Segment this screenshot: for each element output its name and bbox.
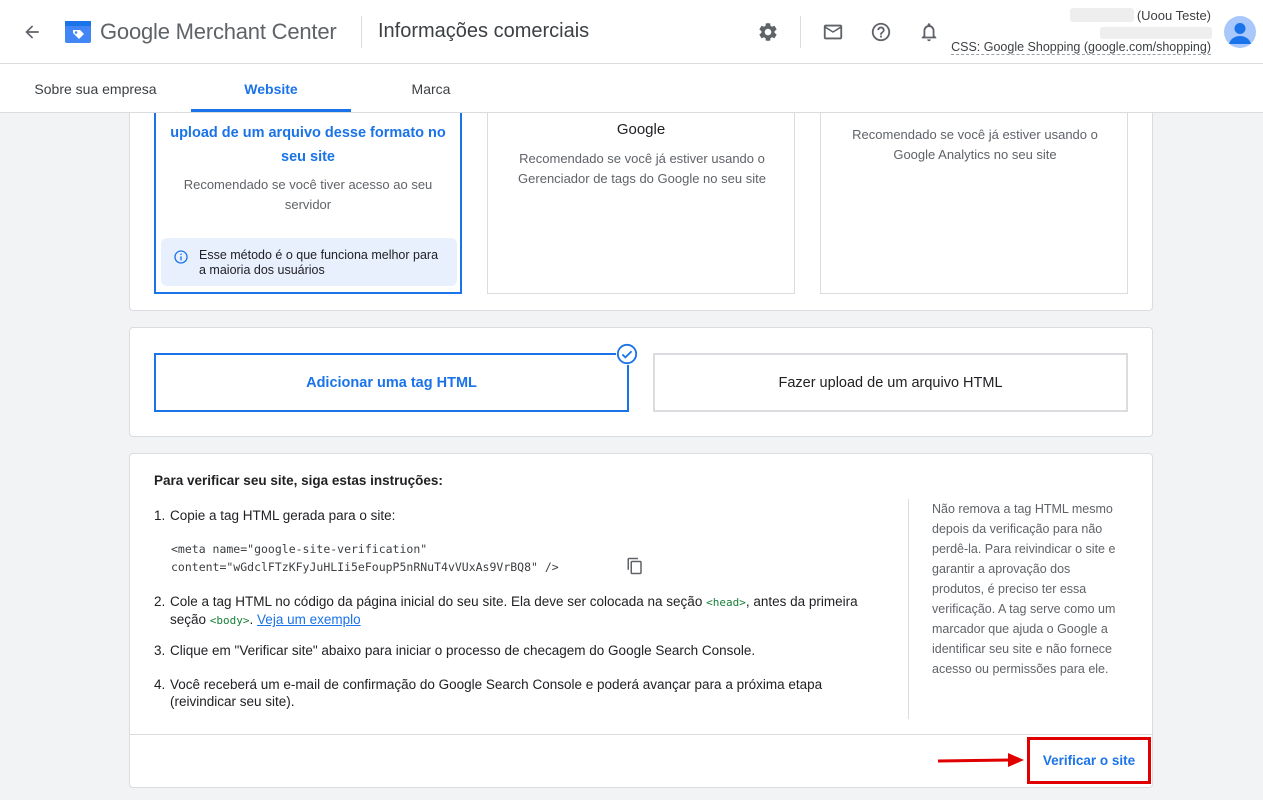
side-divider <box>908 499 909 719</box>
tab-marca[interactable]: Marca <box>351 64 511 113</box>
css-label[interactable]: CSS: Google Shopping (google.com/shoppin… <box>951 40 1211 55</box>
help-icon[interactable] <box>869 20 893 44</box>
example-link[interactable]: Veja um exemplo <box>257 612 361 627</box>
merchant-center-logo[interactable]: Google Merchant Center <box>64 16 337 48</box>
gear-icon[interactable] <box>756 20 780 44</box>
bell-icon[interactable] <box>917 20 941 44</box>
step-2-text-a: Cole a tag HTML no código da página inic… <box>170 594 707 609</box>
method-upload-file-description: Recomendado se você tiver acesso ao seu … <box>183 177 433 212</box>
step-2-text-c: seção <box>170 612 210 627</box>
verify-site-button[interactable]: Verificar o site <box>1027 737 1151 784</box>
logo-text: Google Merchant Center <box>100 19 337 44</box>
info-icon <box>174 250 188 264</box>
copy-icon[interactable] <box>626 557 644 575</box>
step-4-text-a: Você receberá um e-mail de confirmação d… <box>170 677 823 692</box>
step-4: 4. Você receberá um e-mail de confirmação… <box>154 677 823 709</box>
active-tab-indicator <box>191 109 351 112</box>
account-id-redacted <box>1070 8 1134 22</box>
annotation-arrow-icon <box>938 753 1024 767</box>
step-2-text-b: , antes da primeira <box>745 594 858 609</box>
method-upload-file[interactable]: upload de um arquivo desse formato no se… <box>154 113 462 294</box>
instructions-card: Para verificar seu site, siga estas inst… <box>129 453 1153 788</box>
side-note: Não remova a tag HTML mesmo depois da ve… <box>932 502 1116 676</box>
tab-bar: Sobre sua empresa Website Marca <box>0 64 1263 113</box>
step-4-text-b: (reivindicar seu site). <box>170 694 295 709</box>
card-footer-divider <box>130 734 1152 735</box>
step-3: 3. Clique em "Verificar site" abaixo para… <box>154 643 756 658</box>
header-divider <box>361 16 362 48</box>
verification-code-block[interactable]: <meta name="google-site-verification" co… <box>171 540 559 576</box>
avatar[interactable] <box>1224 16 1256 48</box>
method-analytics-description: Recomendado se você já estiver usando o … <box>852 127 1098 162</box>
page-title: Informações comerciais <box>378 20 590 42</box>
account-email-redacted <box>1100 27 1212 39</box>
method-tag-manager-description: Recomendado se você já estiver usando o … <box>518 151 766 186</box>
step-2-text-d: . <box>249 612 258 627</box>
tab-website[interactable]: Website <box>191 64 351 113</box>
body-tag-text: <body> <box>209 614 250 627</box>
method-upload-file-title: upload de um arquivo desse formato no se… <box>170 125 446 165</box>
back-arrow-icon[interactable] <box>20 20 44 44</box>
header-divider-2 <box>800 16 801 48</box>
app-header: Google Merchant Center Informações comer… <box>0 0 1263 64</box>
verification-methods-card: upload de um arquivo desse formato no se… <box>129 113 1153 311</box>
html-options-card: Adicionar uma tag HTML Fazer upload de u… <box>129 327 1153 437</box>
method-tag-manager-title: Google <box>616 121 666 138</box>
tab-sobre-sua-empresa[interactable]: Sobre sua empresa <box>0 64 191 113</box>
merchant-center-logo-icon <box>65 21 91 43</box>
step-3-text: Clique em "Verificar site" abaixo para i… <box>170 643 756 658</box>
option-html-tag[interactable]: Adicionar uma tag HTML <box>154 353 629 412</box>
option-html-file[interactable]: Fazer upload de um arquivo HTML <box>653 353 1128 412</box>
step-2: 2. Cole a tag HTML no código da página in… <box>154 594 858 627</box>
step-1-text: Copie a tag HTML gerada para o site: <box>170 508 396 523</box>
checkmark-icon <box>616 343 638 365</box>
code-line-1: <meta name="google-site-verification" <box>171 542 428 556</box>
step-1: 1. Copie a tag HTML gerada para o site: <box>154 508 396 523</box>
method-analytics[interactable]: Recomendado se você já estiver usando o … <box>820 113 1128 294</box>
method-tag-manager[interactable]: Google Recomendado se você já estiver us… <box>487 113 795 294</box>
instructions-title: Para verificar seu site, siga estas inst… <box>154 473 443 488</box>
account-name: (Uoou Teste) <box>1136 8 1211 23</box>
account-avatar-icon <box>1229 23 1251 44</box>
head-tag-text: <head> <box>706 596 746 609</box>
method-info-box: Esse método é o que funciona melhor para… <box>161 238 457 286</box>
method-info-text: Esse método é o que funciona melhor para… <box>199 248 439 277</box>
mail-icon[interactable] <box>821 20 845 44</box>
code-line-2: content="wGdclFTzKFyJuHLIi5eFoupP5nRNuT4… <box>171 560 559 574</box>
